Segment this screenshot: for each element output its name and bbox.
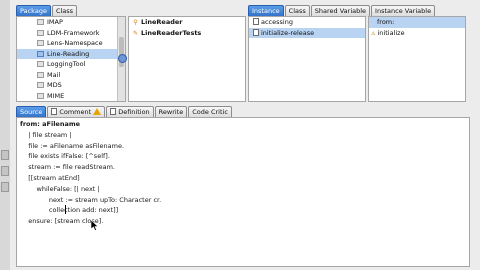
list-item-selected[interactable]: from: <box>369 17 465 28</box>
package-icon <box>37 92 44 99</box>
package-icon <box>37 29 44 36</box>
source-editor[interactable]: from: aFilename | file stream | file := … <box>16 117 470 267</box>
package-icon <box>37 50 44 57</box>
list-item[interactable]: MIME <box>17 91 125 102</box>
list-item[interactable]: ⚠ initialize <box>369 28 465 39</box>
mouse-pointer-icon <box>91 220 99 231</box>
test-class-icon: ✎ <box>132 29 139 37</box>
package-icon <box>37 19 44 25</box>
code-line: collection add: next]] <box>20 206 119 215</box>
code-line: stream := file readStream. <box>20 163 115 172</box>
comment-doc-icon <box>51 108 58 115</box>
package-icon <box>37 40 44 46</box>
protocol-icon <box>253 18 259 25</box>
code-line: | file stream | <box>20 130 72 139</box>
strip-marker <box>1 166 9 176</box>
list-item[interactable]: MDS <box>17 80 125 91</box>
package-icon <box>37 71 44 78</box>
warning-icon <box>93 108 102 115</box>
override-marker-icon: ⚠ <box>371 30 376 37</box>
list-item[interactable]: LDM-Framework <box>17 28 125 39</box>
list-item-selected[interactable]: initialize-release <box>249 27 365 38</box>
list-item-selected[interactable]: Line-Reading <box>17 48 125 59</box>
left-window-strip <box>0 0 10 270</box>
code-line: file exists ifFalse: [^self]. <box>20 152 110 161</box>
definition-doc-icon <box>110 108 117 115</box>
strip-marker <box>1 150 9 160</box>
list-item[interactable]: ✎ LineReaderTests <box>129 28 245 39</box>
code-line: [[stream atEnd] <box>20 174 80 182</box>
code-line: file := aFilename asFilename. <box>20 141 125 150</box>
list-item[interactable]: accessing <box>249 17 365 28</box>
text-caret <box>65 205 66 214</box>
list-item-selected[interactable]: ⚲ LineReader <box>129 17 245 28</box>
package-icon <box>37 82 44 88</box>
list-item[interactable]: LoggingTool <box>17 59 125 70</box>
strip-marker <box>1 182 9 192</box>
class-icon: ⚲ <box>133 19 138 26</box>
list-item[interactable]: Lens-Namespace <box>17 38 125 49</box>
method-list[interactable]: from: ⚠ initialize <box>368 16 466 102</box>
protocol-list[interactable]: accessing initialize-release <box>248 16 366 102</box>
code-line: whileFalse: [| next | <box>20 184 100 193</box>
list-item[interactable]: Mail <box>17 70 125 81</box>
package-icon <box>37 61 44 67</box>
code-line: from: aFilename <box>20 120 81 128</box>
package-list[interactable]: IMAP LDM-Framework Lens-Namespace Line-R… <box>16 16 126 102</box>
expand-circle-icon[interactable] <box>118 54 127 63</box>
protocol-icon <box>253 28 259 36</box>
source-code[interactable]: from: aFilename | file stream | file := … <box>20 119 161 249</box>
class-list[interactable]: ⚲ LineReader ✎ LineReaderTests <box>128 16 246 102</box>
list-item[interactable]: IMAP <box>17 17 125 28</box>
code-line: next := stream upTo: Character cr. <box>20 195 162 204</box>
